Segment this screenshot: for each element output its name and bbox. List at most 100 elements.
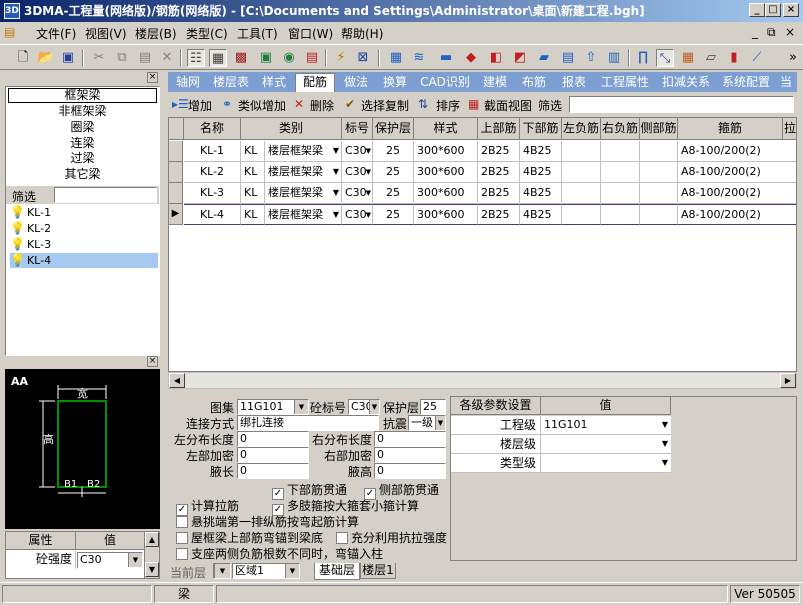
beam-icon[interactable]: ◆	[462, 49, 480, 67]
cell-code[interactable]: KL	[241, 204, 265, 225]
cell-right-neg[interactable]	[601, 141, 640, 162]
paste-icon[interactable]: ▤	[136, 49, 154, 67]
scroll-left-icon[interactable]: ◀	[169, 373, 185, 388]
cell-grade[interactable]: C30 ▼	[342, 204, 373, 225]
cell-side[interactable]	[640, 141, 678, 162]
cell-cover[interactable]: 25	[373, 204, 414, 225]
tab-floor-table[interactable]: 楼层表	[208, 74, 254, 92]
cell-stirrup[interactable]: A8-100/200(2)	[678, 141, 796, 162]
cell-cover[interactable]: 25	[373, 141, 414, 162]
connect-input[interactable]: 绑扎连接	[237, 415, 379, 431]
col-header-tie[interactable]: 拉	[783, 118, 796, 140]
col-header-stirrup[interactable]: 箍筋	[678, 118, 783, 140]
cell-type[interactable]: 楼层框架梁 ▼	[265, 183, 342, 204]
slab-icon[interactable]: ◩	[511, 49, 529, 67]
cell-top-rebar[interactable]: 2B25	[478, 141, 520, 162]
list-item[interactable]: 💡 KL-3	[10, 237, 158, 252]
add-icon[interactable]: ▸☰	[172, 97, 189, 111]
scroll-up-icon[interactable]: ▲	[145, 532, 159, 547]
cell-bottom-rebar[interactable]: 4B25	[520, 204, 562, 225]
chevron-down-icon[interactable]: ▼	[435, 416, 445, 430]
cell-left-neg[interactable]	[562, 141, 601, 162]
col-header-type[interactable]: 类别	[241, 118, 342, 140]
list-view-icon[interactable]: ☷	[187, 49, 205, 67]
list-item[interactable]: 💡 KL-2	[10, 221, 158, 236]
row-selector[interactable]	[169, 183, 183, 204]
layers-icon[interactable]: ≋	[410, 49, 428, 67]
cell-style[interactable]: 300*600	[414, 204, 478, 225]
cell-style[interactable]: 300*600	[414, 183, 478, 204]
cover-input[interactable]: 25	[420, 399, 446, 415]
delete-icon[interactable]: ✕	[294, 97, 304, 111]
delete-button[interactable]: 删除	[310, 97, 334, 114]
calculator-icon[interactable]: ▩	[232, 49, 250, 67]
open-folder-icon[interactable]: 📂	[37, 49, 55, 67]
tab-system-config[interactable]: 系统配置	[718, 74, 774, 92]
atlas-select[interactable]: 11G101 ▼	[237, 399, 309, 415]
cell-name[interactable]: KL-2	[184, 162, 241, 183]
category-item-frame-beam[interactable]: 框架梁	[8, 88, 157, 103]
cell-grade[interactable]: C30 ▼	[342, 162, 373, 183]
prop-value-select[interactable]: C30 ▼	[77, 552, 143, 568]
cell-top-rebar[interactable]: 2B25	[478, 162, 520, 183]
param-value-select[interactable]: 11G101 ▼	[541, 416, 671, 435]
add-button[interactable]: 增加	[188, 97, 212, 114]
menu-floor[interactable]: 楼层(B)	[135, 25, 177, 42]
scroll-right-icon[interactable]: ▶	[780, 373, 796, 388]
eraser-icon[interactable]: ▱	[702, 49, 720, 67]
seismic-select[interactable]: 一级 ▼	[408, 415, 446, 431]
cut-icon[interactable]: ✂	[90, 49, 108, 67]
doc-icon[interactable]: ▤	[4, 25, 15, 39]
minimize-button[interactable]: _	[749, 3, 765, 17]
cell-left-neg[interactable]	[562, 204, 601, 225]
tab-rebar-config[interactable]: 配筋	[295, 73, 335, 92]
cell-bottom-rebar[interactable]: 4B25	[520, 183, 562, 204]
pen-icon[interactable]: ⟋	[748, 49, 766, 67]
axis-grid-icon[interactable]: ▦	[387, 49, 405, 67]
concrete-select[interactable]: C30 ▼	[348, 399, 380, 415]
support-neg-anchor-checkbox[interactable]: 支座两侧负筋根数不同时，弯锚入柱	[176, 545, 383, 562]
col-header-top-rebar[interactable]: 上部筋	[478, 118, 520, 140]
mdi-minimize-button[interactable]: _	[752, 25, 758, 39]
menu-help[interactable]: 帮助(H)	[341, 25, 383, 42]
category-item-other-beam[interactable]: 其它梁	[6, 167, 159, 182]
panel-close-icon[interactable]: ×	[147, 72, 158, 83]
tab-convert[interactable]: 换算	[377, 74, 413, 92]
list-item-selected[interactable]: 💡 KL-4	[10, 253, 158, 268]
col-header-bottom-rebar[interactable]: 下部筋	[520, 118, 562, 140]
cell-grade[interactable]: C30 ▼	[342, 183, 373, 204]
section-view-icon[interactable]: ▦	[468, 97, 479, 111]
scroll-down-icon[interactable]: ▼	[145, 562, 159, 577]
roof-beam-anchor-checkbox[interactable]: 屋框梁上部筋弯锚到梁底	[176, 529, 323, 546]
cell-name[interactable]: KL-4	[184, 204, 241, 225]
right-dense-input[interactable]: 0	[374, 447, 446, 463]
category-item-ring-beam[interactable]: 圈梁	[6, 120, 159, 135]
rebar-icon[interactable]: ⤡	[656, 49, 674, 67]
mdi-restore-button[interactable]: ⧉	[767, 25, 776, 40]
left-dense-input[interactable]: 0	[237, 447, 309, 463]
menu-view[interactable]: 视图(V)	[85, 25, 127, 42]
stair-icon[interactable]: ▤	[559, 49, 577, 67]
grid-hscrollbar[interactable]: ◀ ▶	[168, 372, 797, 389]
cell-side[interactable]	[640, 204, 678, 225]
cell-left-neg[interactable]	[562, 162, 601, 183]
sheet-tab-floor1[interactable]: 楼层1	[360, 563, 396, 579]
cell-code[interactable]: KL	[241, 183, 265, 204]
floor-select[interactable]: ▼	[213, 563, 231, 579]
cell-type[interactable]: 楼层框架梁 ▼	[265, 204, 342, 225]
menu-file[interactable]: 文件(F)	[36, 25, 76, 42]
left-dist-input[interactable]: 0	[237, 431, 309, 447]
grid-icon[interactable]: ▤	[303, 49, 321, 67]
pile-icon[interactable]: ⇧	[582, 49, 600, 67]
wall-icon[interactable]: ▬	[437, 49, 455, 67]
cell-type[interactable]: 楼层框架梁 ▼	[265, 141, 342, 162]
foundation-icon[interactable]: ▥	[605, 49, 623, 67]
panel-close-icon[interactable]: ×	[147, 356, 158, 367]
cell-left-neg[interactable]	[562, 183, 601, 204]
select-copy-button[interactable]: 选择复制	[361, 97, 409, 114]
eye-icon[interactable]: ◉	[280, 49, 298, 67]
cell-stirrup[interactable]: A8-100/200(2)	[678, 183, 796, 204]
close-button[interactable]: ×	[783, 3, 799, 17]
area-select[interactable]: 区域1 ▼	[232, 563, 300, 579]
haunch-length-input[interactable]: 0	[237, 463, 309, 479]
